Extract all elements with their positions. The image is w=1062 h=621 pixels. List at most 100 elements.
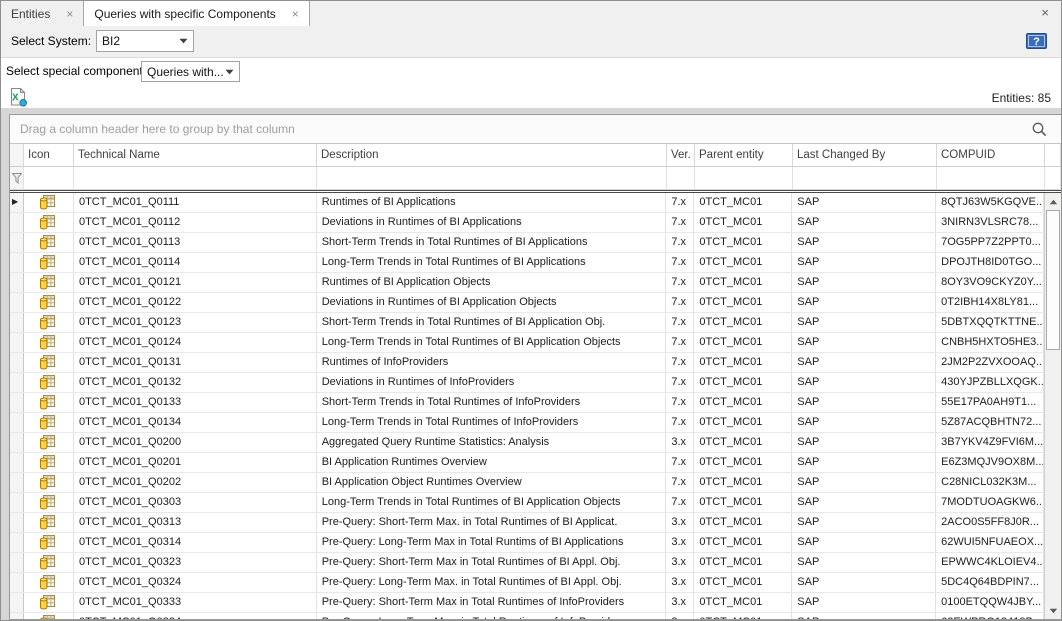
system-select[interactable]: BI2	[96, 30, 194, 52]
column-header-description[interactable]: Description	[317, 144, 667, 166]
table-row[interactable]: 0TCT_MC01_Q0113 Short-Term Trends in Tot…	[10, 233, 1044, 253]
table-row[interactable]: 0TCT_MC01_Q0303 Long-Term Trends in Tota…	[10, 493, 1044, 513]
cell-compuid: 62EWPRO18418B...	[936, 613, 1044, 620]
vertical-scrollbar[interactable]	[1044, 193, 1061, 619]
table-row[interactable]: 0TCT_MC01_Q0334 Pre-Query: Long-Term Max…	[10, 613, 1044, 620]
cell-description: Deviations in Runtimes of BI Application…	[317, 213, 667, 232]
table-row[interactable]: 0TCT_MC01_Q0114 Long-Term Trends in Tota…	[10, 253, 1044, 273]
table-row[interactable]: 0TCT_MC01_Q0323 Pre-Query: Short-Term Ma…	[10, 553, 1044, 573]
row-indicator-cell: ▶	[10, 193, 24, 212]
filter-cell-icon[interactable]	[24, 167, 74, 190]
tab-entities[interactable]: Entities ×	[1, 1, 83, 26]
filter-cell-description[interactable]	[317, 167, 667, 190]
cell-version: 7.x	[666, 313, 694, 332]
row-icon-cell	[24, 193, 74, 212]
cell-version: 7.x	[666, 273, 694, 292]
cell-version: 7.x	[666, 373, 694, 392]
filter-cell-version[interactable]	[667, 167, 695, 190]
query-icon	[39, 295, 55, 311]
row-icon-cell	[24, 493, 74, 512]
column-header-last-changed-by[interactable]: Last Changed By	[793, 144, 937, 166]
table-row[interactable]: 0TCT_MC01_Q0134 Long-Term Trends in Tota…	[10, 413, 1044, 433]
table-row[interactable]: 0TCT_MC01_Q0121 Runtimes of BI Applicati…	[10, 273, 1044, 293]
cell-version: 7.x	[666, 333, 694, 352]
cell-last-changed-by: SAP	[792, 533, 936, 552]
cell-description: Long-Term Trends in Total Runtimes of BI…	[317, 333, 667, 352]
row-indicator-cell	[10, 573, 24, 592]
column-header-icon[interactable]: Icon	[24, 144, 74, 166]
cell-technical-name: 0TCT_MC01_Q0201	[74, 453, 317, 472]
search-icon[interactable]	[1031, 121, 1048, 138]
row-indicator-cell	[10, 373, 24, 392]
table-row[interactable]: 0TCT_MC01_Q0202 BI Application Object Ru…	[10, 473, 1044, 493]
close-icon[interactable]: ×	[66, 8, 73, 20]
column-header-compuid[interactable]: COMPUID	[937, 144, 1045, 166]
column-header-technical-name[interactable]: Technical Name	[74, 144, 317, 166]
cell-compuid: 5Z87ACQBHTN72...	[936, 413, 1044, 432]
filter-cell-last-changed-by[interactable]	[793, 167, 937, 190]
row-icon-cell	[24, 273, 74, 292]
table-row[interactable]: 0TCT_MC01_Q0123 Short-Term Trends in Tot…	[10, 313, 1044, 333]
row-indicator-cell	[10, 513, 24, 532]
cell-parent-entity: 0TCT_MC01	[694, 353, 792, 372]
query-icon	[39, 555, 55, 571]
row-icon-cell	[24, 513, 74, 532]
table-row[interactable]: 0TCT_MC01_Q0122 Deviations in Runtimes o…	[10, 293, 1044, 313]
table-row[interactable]: 0TCT_MC01_Q0201 BI Application Runtimes …	[10, 453, 1044, 473]
tab-queries-with-specific-components[interactable]: Queries with specific Components ×	[83, 1, 309, 26]
cell-parent-entity: 0TCT_MC01	[694, 373, 792, 392]
help-button[interactable]: ?	[1026, 32, 1047, 50]
column-header-version[interactable]: Ver.	[667, 144, 695, 166]
row-icon-cell	[24, 313, 74, 332]
export-excel-button[interactable]: X	[8, 88, 28, 107]
cell-technical-name: 0TCT_MC01_Q0134	[74, 413, 317, 432]
query-icon	[39, 195, 55, 211]
cell-compuid: 62WUI5NFUAEOX...	[936, 533, 1044, 552]
table-row[interactable]: 0TCT_MC01_Q0132 Deviations in Runtimes o…	[10, 373, 1044, 393]
table-row[interactable]: 0TCT_MC01_Q0200 Aggregated Query Runtime…	[10, 433, 1044, 453]
tab-bar: Entities × Queries with specific Compone…	[1, 1, 1061, 27]
cell-technical-name: 0TCT_MC01_Q0323	[74, 553, 317, 572]
query-icon	[39, 515, 55, 531]
scrollbar-thumb[interactable]	[1046, 210, 1060, 350]
column-header-parent-entity[interactable]: Parent entity	[695, 144, 793, 166]
table-row[interactable]: 0TCT_MC01_Q0313 Pre-Query: Short-Term Ma…	[10, 513, 1044, 533]
cell-version: 7.x	[666, 413, 694, 432]
cell-compuid: 55E17PA0AH9T1...	[936, 393, 1044, 412]
query-icon	[39, 275, 55, 291]
table-row[interactable]: ▶ 0TCT_MC01_Q0111 Runtimes of BI Applica…	[10, 193, 1044, 213]
cell-technical-name: 0TCT_MC01_Q0121	[74, 273, 317, 292]
table-row[interactable]: 0TCT_MC01_Q0131 Runtimes of InfoProvider…	[10, 353, 1044, 373]
row-icon-cell	[24, 473, 74, 492]
close-icon[interactable]: ×	[292, 8, 299, 20]
row-indicator-cell	[10, 413, 24, 432]
grid-container: Drag a column header here to group by th…	[1, 108, 1061, 620]
table-row[interactable]: 0TCT_MC01_Q0133 Short-Term Trends in Tot…	[10, 393, 1044, 413]
row-indicator-cell	[10, 333, 24, 352]
filter-cell-compuid[interactable]	[937, 167, 1045, 190]
filter-icon	[12, 173, 22, 184]
cell-technical-name: 0TCT_MC01_Q0314	[74, 533, 317, 552]
scroll-down-button[interactable]	[1045, 602, 1061, 619]
row-icon-cell	[24, 213, 74, 232]
close-icon[interactable]: ×	[1041, 6, 1049, 19]
special-component-select[interactable]: Queries with...	[141, 61, 240, 82]
table-row[interactable]: 0TCT_MC01_Q0124 Long-Term Trends in Tota…	[10, 333, 1044, 353]
table-row[interactable]: 0TCT_MC01_Q0112 Deviations in Runtimes o…	[10, 213, 1044, 233]
table-row[interactable]: 0TCT_MC01_Q0333 Pre-Query: Short-Term Ma…	[10, 593, 1044, 613]
scroll-down-icon	[1049, 608, 1058, 614]
cell-description: Short-Term Trends in Total Runtimes of B…	[317, 233, 667, 252]
table-row[interactable]: 0TCT_MC01_Q0324 Pre-Query: Long-Term Max…	[10, 573, 1044, 593]
scroll-up-button[interactable]	[1045, 193, 1061, 210]
cell-technical-name: 0TCT_MC01_Q0313	[74, 513, 317, 532]
filter-cell-parent-entity[interactable]	[695, 167, 793, 190]
cell-version: 7.x	[666, 293, 694, 312]
group-by-panel[interactable]: Drag a column header here to group by th…	[10, 115, 1061, 144]
cell-last-changed-by: SAP	[792, 273, 936, 292]
table-row[interactable]: 0TCT_MC01_Q0314 Pre-Query: Long-Term Max…	[10, 533, 1044, 553]
row-icon-cell	[24, 573, 74, 592]
filter-cell-technical-name[interactable]	[74, 167, 317, 190]
system-toolbar: Select System: BI2 ?	[1, 26, 1061, 58]
row-indicator-cell	[10, 293, 24, 312]
cell-version: 7.x	[666, 353, 694, 372]
